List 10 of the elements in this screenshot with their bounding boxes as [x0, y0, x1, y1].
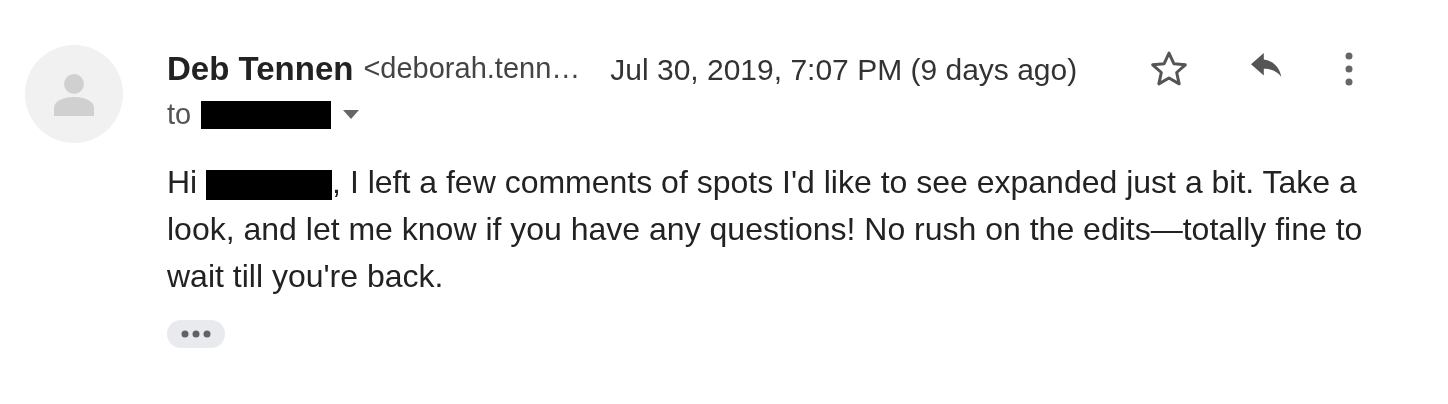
sender-name: Deb Tennen [167, 49, 354, 90]
recipient-label: to [167, 97, 192, 133]
person-icon [54, 72, 94, 116]
sender-email: <deborah.tenn… [363, 51, 581, 87]
caret-icon [343, 110, 360, 120]
message-date: Jul 30, 2019, 7:07 PM (9 days ago) [610, 51, 1078, 88]
message-body: Hi , I left a few comments of spots I'd like to see expanded just a bit. Take a look, and let me know if you have any questions! No rush on the edits—totally fine to wait till you're back. [167, 163, 1364, 296]
ellipsis-icon [181, 330, 211, 338]
more-vertical-icon [1345, 52, 1353, 86]
show-trimmed-button[interactable] [167, 320, 225, 348]
